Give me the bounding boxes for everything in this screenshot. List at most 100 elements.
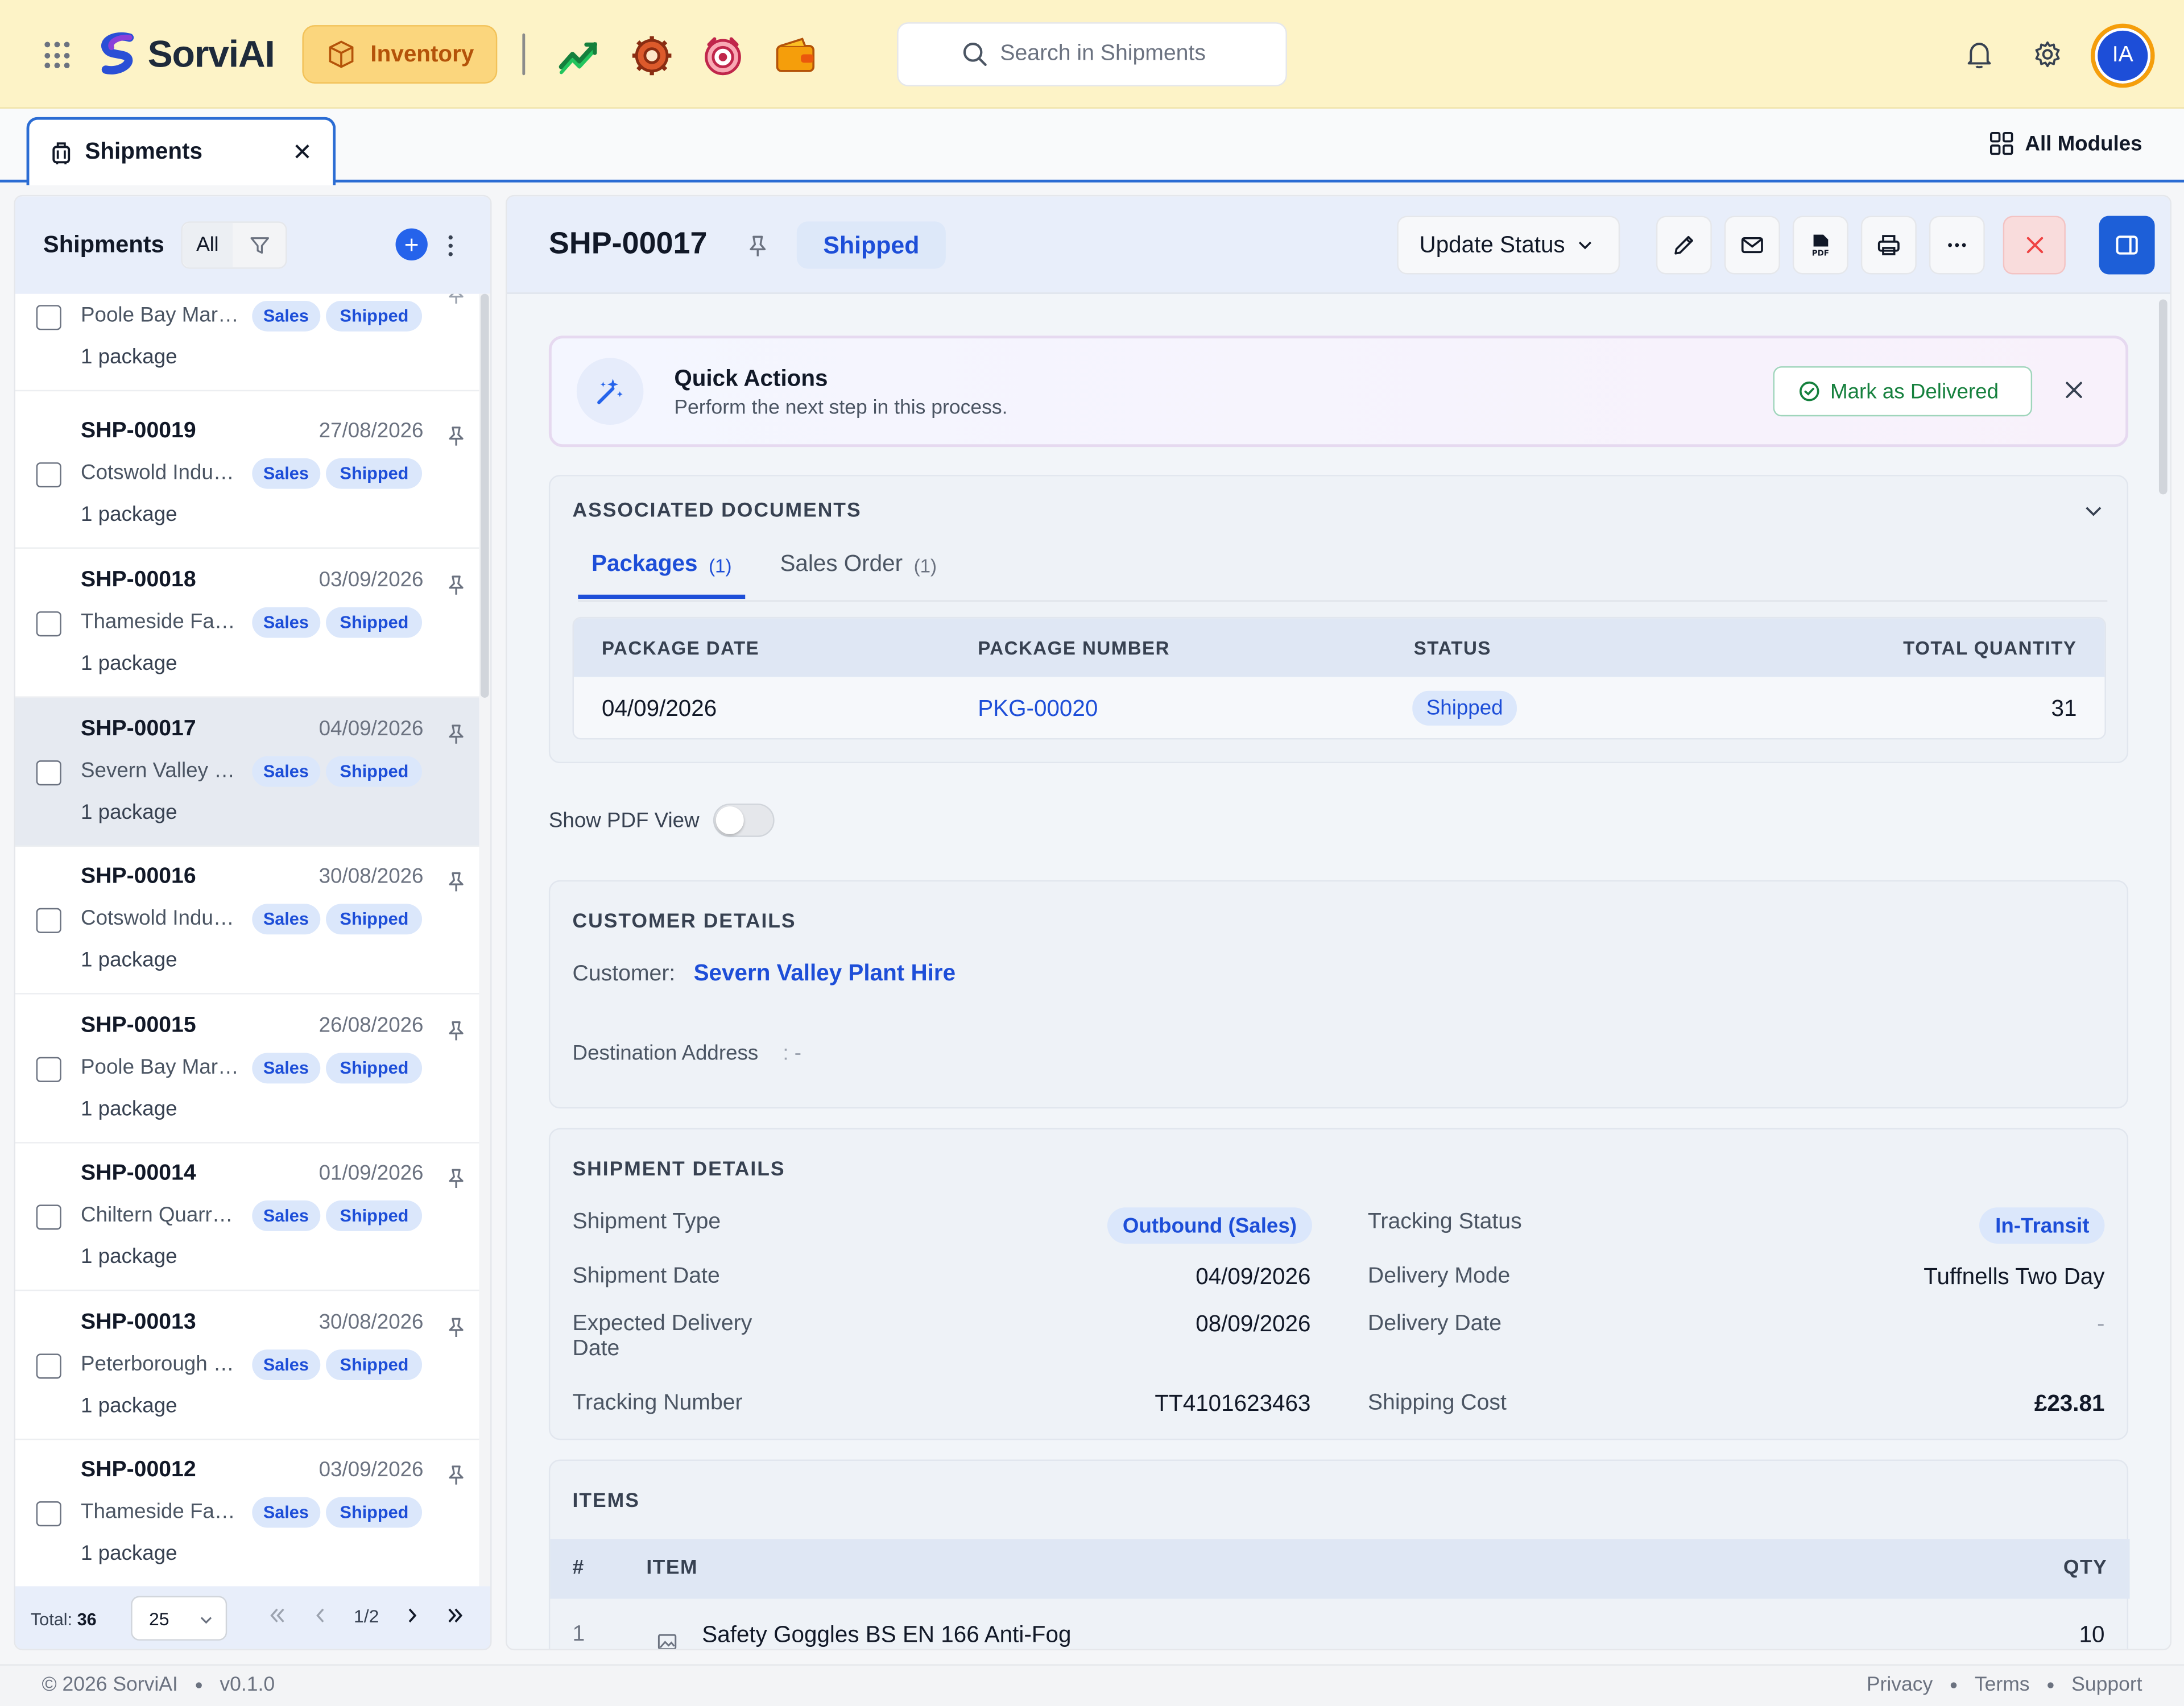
filter-all-button[interactable]: All [182, 222, 233, 268]
tab-shipments[interactable]: Shipments ✕ [26, 117, 336, 185]
brand-logo[interactable]: SorviAI [95, 28, 275, 81]
filter-button[interactable] [233, 223, 286, 267]
toggle-sidebar-button[interactable] [2099, 216, 2155, 275]
row-checkbox[interactable] [36, 305, 61, 330]
row-checkbox[interactable] [36, 760, 61, 786]
per-page-select[interactable]: 25 [131, 1596, 228, 1641]
package-number-link[interactable]: PKG-00020 [978, 697, 1098, 723]
tab-label: Shipments [85, 139, 202, 164]
print-button[interactable] [1860, 216, 1917, 275]
last-page-icon[interactable] [446, 1606, 465, 1625]
mark-as-delivered-button[interactable]: Mark as Delivered [1773, 366, 2033, 417]
customer-link[interactable]: Severn Valley Plant Hire [694, 961, 956, 988]
bell-icon[interactable] [1964, 39, 1995, 70]
type-badge: Sales [252, 607, 320, 638]
list-item[interactable]: SHP-00013 30/08/2026 Peterborough Suppli… [15, 1291, 479, 1440]
global-search[interactable] [897, 22, 1287, 86]
table-header: PACKAGE DATE PACKAGE NUMBER STATUS TOTAL… [573, 618, 2105, 677]
shipment-details-card: SHIPMENT DETAILS Shipment Type Outbound … [548, 1128, 2129, 1440]
pdf-file-icon: PDF [1812, 234, 1829, 258]
close-tab-icon[interactable]: ✕ [288, 139, 316, 167]
column-header: PACKAGE DATE [601, 637, 760, 659]
next-page-icon[interactable] [403, 1606, 422, 1625]
row-checkbox[interactable] [36, 1353, 61, 1379]
list-scrollbar[interactable] [479, 293, 491, 1587]
check-circle-icon [1799, 381, 1819, 401]
list-item[interactable]: SHP-00016 30/08/2026 Cotswold Industrial… [15, 846, 479, 995]
page-footer: © 2026 SorviAI ● v0.1.0 Privacy ● Terms … [0, 1664, 2184, 1706]
customer-name: Peterborough Supplies [81, 1352, 242, 1376]
list-item-selected[interactable]: SHP-00017 04/09/2026 Severn Valley Plant… [15, 697, 479, 847]
status-badge: Shipped [326, 607, 423, 638]
list-item[interactable]: SHP-00019 27/08/2026 Cotswold Industrial… [15, 400, 479, 549]
pin-icon[interactable] [444, 1464, 468, 1488]
pin-icon[interactable] [745, 234, 770, 259]
gear-tools-icon[interactable] [630, 34, 674, 78]
tracking-status-badge: In-Transit [1980, 1207, 2105, 1244]
support-link[interactable]: Support [2071, 1674, 2142, 1696]
quick-actions-title: Quick Actions [674, 366, 828, 392]
shipment-id: SHP-00014 [81, 1161, 196, 1186]
add-shipment-button[interactable]: + [395, 228, 428, 260]
row-checkbox[interactable] [36, 908, 61, 933]
wallet-icon[interactable] [773, 34, 817, 78]
pdf-button[interactable]: PDF [1792, 216, 1848, 275]
privacy-link[interactable]: Privacy [1867, 1674, 1933, 1696]
pin-icon[interactable] [444, 723, 468, 747]
update-status-button[interactable]: Update Status [1397, 216, 1620, 275]
row-checkbox[interactable] [36, 462, 61, 488]
shipment-id: SHP-00012 [81, 1458, 196, 1482]
pin-icon[interactable] [444, 1167, 468, 1191]
item-name[interactable]: Safety Goggles BS EN 166 Anti-Fog [702, 1622, 1071, 1649]
pdf-view-toggle[interactable] [713, 804, 775, 837]
item-qty: 10 [2079, 1622, 2105, 1648]
all-modules-button[interactable]: All Modules [1989, 131, 2142, 156]
shipping-cost-label: Shipping Cost [1367, 1391, 1507, 1415]
chart-growth-icon[interactable] [557, 34, 602, 78]
items-card: ITEMS # ITEM QTY 1 Safety Goggles BS EN … [548, 1459, 2130, 1649]
row-checkbox[interactable] [36, 611, 61, 637]
settings-gear-icon[interactable] [2032, 39, 2063, 70]
search-input[interactable] [1000, 42, 1223, 67]
edit-button[interactable] [1656, 216, 1712, 275]
pin-icon[interactable] [444, 871, 468, 895]
row-checkbox[interactable] [36, 1501, 61, 1527]
terms-link[interactable]: Terms [1975, 1674, 2030, 1696]
email-button[interactable] [1724, 216, 1780, 275]
close-record-button[interactable] [2003, 216, 2066, 275]
row-checkbox[interactable] [36, 1204, 61, 1230]
list-item[interactable]: Poole Bay Marine Sales Shipped 1 package [15, 293, 479, 392]
pin-icon[interactable] [444, 1020, 468, 1044]
first-page-icon[interactable] [267, 1606, 287, 1625]
tab-sales-order[interactable]: Sales Order (1) [780, 552, 937, 599]
module-label: Inventory [370, 41, 474, 67]
target-icon[interactable] [701, 34, 745, 78]
tab-packages[interactable]: Packages (1) [578, 552, 746, 599]
list-item[interactable]: SHP-00018 03/09/2026 Thameside Fabricati… [15, 549, 479, 698]
more-options-icon[interactable] [444, 229, 456, 262]
associated-documents-card: ASSOCIATED DOCUMENTS Packages (1) Sales O… [548, 475, 2129, 764]
list-item[interactable]: SHP-00015 26/08/2026 Poole Bay Marine Sa… [15, 995, 479, 1144]
version: v0.1.0 [220, 1674, 275, 1696]
pin-icon[interactable] [444, 574, 468, 598]
pin-icon[interactable] [444, 1316, 468, 1340]
detail-scrollbar[interactable] [2158, 294, 2170, 1649]
prev-page-icon[interactable] [311, 1606, 330, 1625]
shipment-id: SHP-00019 [81, 419, 196, 443]
all-modules-label: All Modules [2025, 131, 2142, 156]
customer-name: Thameside Fabrication [81, 1500, 242, 1524]
module-switcher-button[interactable]: Inventory [302, 25, 498, 84]
chevron-down-icon[interactable] [2084, 502, 2103, 521]
list-item[interactable]: SHP-00014 01/09/2026 Chiltern Quarrying … [15, 1142, 479, 1291]
delivery-mode-label: Delivery Mode [1367, 1264, 1511, 1289]
shipping-cost-value: £23.81 [2034, 1391, 2105, 1417]
pin-icon[interactable] [444, 425, 468, 449]
user-avatar[interactable]: IA [2090, 23, 2155, 88]
app-launcher-icon[interactable] [44, 42, 72, 69]
more-actions-button[interactable] [1929, 216, 1985, 275]
row-checkbox[interactable] [36, 1057, 61, 1082]
expected-delivery-value: 08/09/2026 [1196, 1311, 1311, 1338]
pin-icon[interactable] [444, 293, 468, 307]
dismiss-icon[interactable] [2062, 378, 2087, 403]
list-item[interactable]: SHP-00012 03/09/2026 Thameside Fabricati… [15, 1439, 479, 1587]
